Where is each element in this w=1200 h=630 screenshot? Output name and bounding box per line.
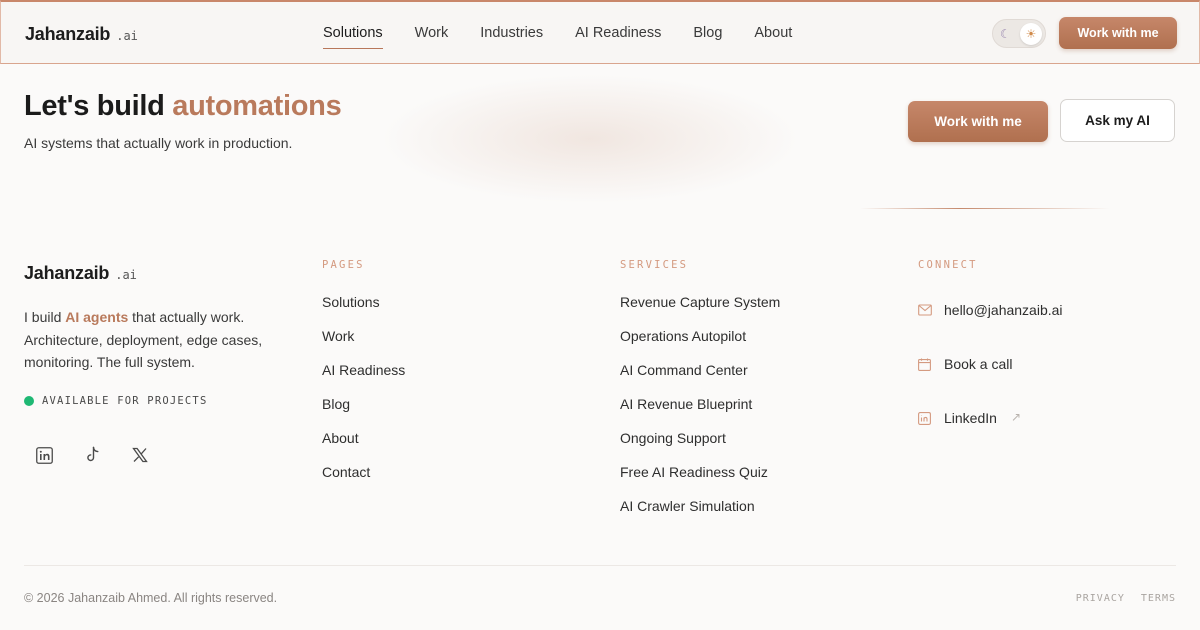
nav-item-about[interactable]: About [754,25,792,47]
availability-label: AVAILABLE FOR PROJECTS [42,395,208,407]
availability-status: AVAILABLE FOR PROJECTS [24,395,207,407]
legal-links: PRIVACY TERMS [1076,593,1176,604]
main-nav: Solutions Work Industries AI Readiness B… [323,25,792,49]
footer-link-ai-readiness[interactable]: AI Readiness [322,362,405,396]
service-link-command-center[interactable]: AI Command Center [620,362,780,396]
nav-item-ai-readiness[interactable]: AI Readiness [575,25,661,47]
footer-desc-highlight: AI agents [65,309,129,325]
header-work-with-me-button[interactable]: Work with me [1059,17,1177,49]
social-links [34,444,150,466]
linkedin-label: LinkedIn [944,410,997,426]
footer-brand-name: Jahanzaib [24,263,110,283]
cta-heading: Let's build automations [24,90,342,123]
book-call-label: Book a call [944,356,1013,372]
divider-accent [860,208,1110,209]
service-link-operations-autopilot[interactable]: Operations Autopilot [620,328,780,362]
footer-description: I build AI agents that actually work. Ar… [24,306,294,374]
linkedin-icon[interactable] [34,444,54,466]
footer-link-work[interactable]: Work [322,328,405,362]
connect-heading: CONNECT [918,259,978,271]
service-link-revenue-blueprint[interactable]: AI Revenue Blueprint [620,396,780,430]
linkedin-small-icon [918,412,932,426]
footer-brand-tld: .ai [115,268,137,282]
book-call-link[interactable]: Book a call [918,356,1063,410]
theme-toggle[interactable]: ☾ ☀ [992,19,1046,48]
service-link-ongoing-support[interactable]: Ongoing Support [620,430,780,464]
x-icon[interactable] [130,444,150,466]
footer-link-about[interactable]: About [322,430,405,464]
connect-list: hello@jahanzaib.ai Book a call LinkedIn … [918,302,1063,464]
calendar-icon [918,358,932,372]
brand-tld: .ai [116,29,138,43]
cta-subtitle: AI systems that actually work in product… [24,135,293,151]
nav-item-solutions[interactable]: Solutions [323,25,383,49]
footer-desc-prefix: I build [24,309,66,325]
services-heading: SERVICES [620,259,689,271]
pages-list: Solutions Work AI Readiness Blog About C… [322,294,405,498]
nav-item-industries[interactable]: Industries [480,25,543,47]
service-link-crawler-simulation[interactable]: AI Crawler Simulation [620,498,780,532]
nav-item-work[interactable]: Work [415,25,449,47]
cta-heading-accent: automations [172,90,342,122]
status-dot-icon [24,396,34,406]
footer-link-blog[interactable]: Blog [322,396,405,430]
terms-link[interactable]: TERMS [1141,593,1176,604]
site-header: Jahanzaib .ai Solutions Work Industries … [0,0,1200,64]
background-glow [380,74,800,204]
ask-my-ai-button[interactable]: Ask my AI [1060,99,1175,142]
email-label: hello@jahanzaib.ai [944,302,1063,318]
footer-divider [24,565,1176,566]
nav-item-blog[interactable]: Blog [693,25,722,47]
cta-heading-prefix: Let's build [24,90,173,122]
privacy-link[interactable]: PRIVACY [1076,593,1125,604]
cta-banner: Let's build automations AI systems that … [0,64,1200,210]
sun-icon: ☀ [1020,22,1042,45]
footer-logo[interactable]: Jahanzaib .ai [24,263,137,284]
pages-heading: PAGES [322,259,365,271]
work-with-me-button[interactable]: Work with me [908,101,1048,142]
copyright-text: © 2026 Jahanzaib Ahmed. All rights reser… [24,591,278,605]
email-link[interactable]: hello@jahanzaib.ai [918,302,1063,356]
footer-link-solutions[interactable]: Solutions [322,294,405,328]
mail-icon [918,304,932,318]
linkedin-link[interactable]: LinkedIn ↗ [918,410,1063,464]
footer-link-contact[interactable]: Contact [322,464,405,498]
moon-icon: ☾ [1000,26,1011,41]
service-link-readiness-quiz[interactable]: Free AI Readiness Quiz [620,464,780,498]
external-link-icon: ↗ [1010,410,1021,424]
service-link-revenue-capture[interactable]: Revenue Capture System [620,294,780,328]
tiktok-icon[interactable] [82,444,102,466]
services-list: Revenue Capture System Operations Autopi… [620,294,780,532]
brand-name: Jahanzaib [25,24,111,44]
brand-logo[interactable]: Jahanzaib .ai [25,24,138,45]
